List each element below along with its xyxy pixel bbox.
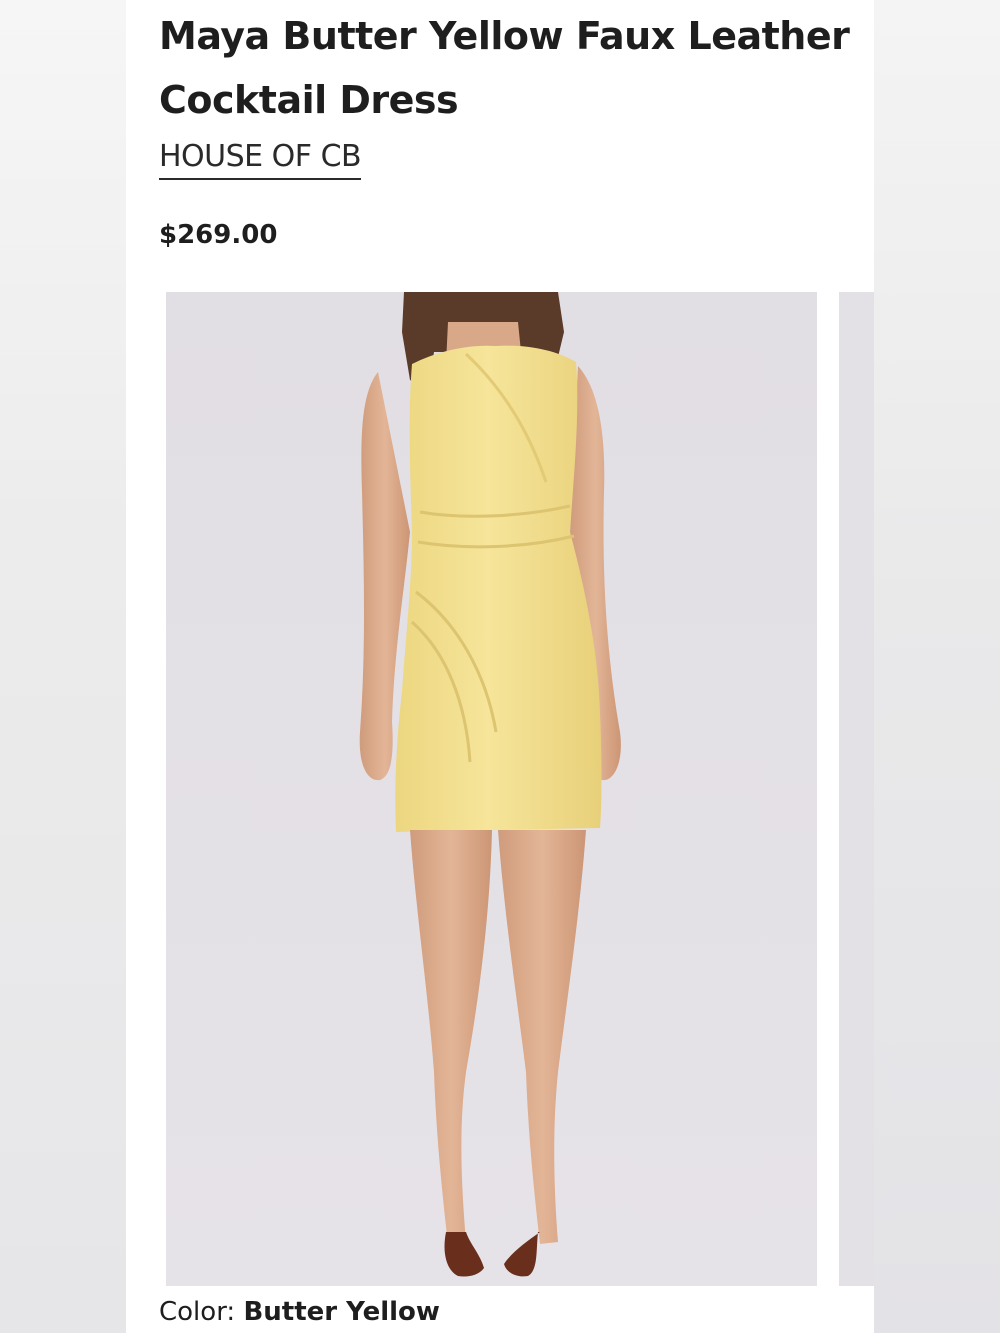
product-title: Maya Butter Yellow Faux Leather Cocktail… bbox=[159, 14, 850, 122]
product-image-next-peek[interactable] bbox=[839, 292, 874, 1286]
brand-link[interactable]: HOUSE OF CB bbox=[159, 138, 362, 180]
blurred-backdrop-left bbox=[0, 0, 126, 1333]
blurred-backdrop-right bbox=[874, 0, 1000, 1333]
product-price: $269.00 bbox=[159, 220, 278, 250]
product-detail-page: Maya Butter Yellow Faux Leather Cocktail… bbox=[126, 0, 874, 1333]
product-image-gallery[interactable] bbox=[166, 292, 874, 1286]
color-value: Butter Yellow bbox=[243, 1297, 440, 1327]
product-image-main[interactable] bbox=[166, 292, 817, 1286]
color-selection: Color: Butter Yellow bbox=[159, 1294, 440, 1330]
color-label: Color: bbox=[159, 1297, 244, 1327]
model-photo bbox=[166, 292, 817, 1286]
